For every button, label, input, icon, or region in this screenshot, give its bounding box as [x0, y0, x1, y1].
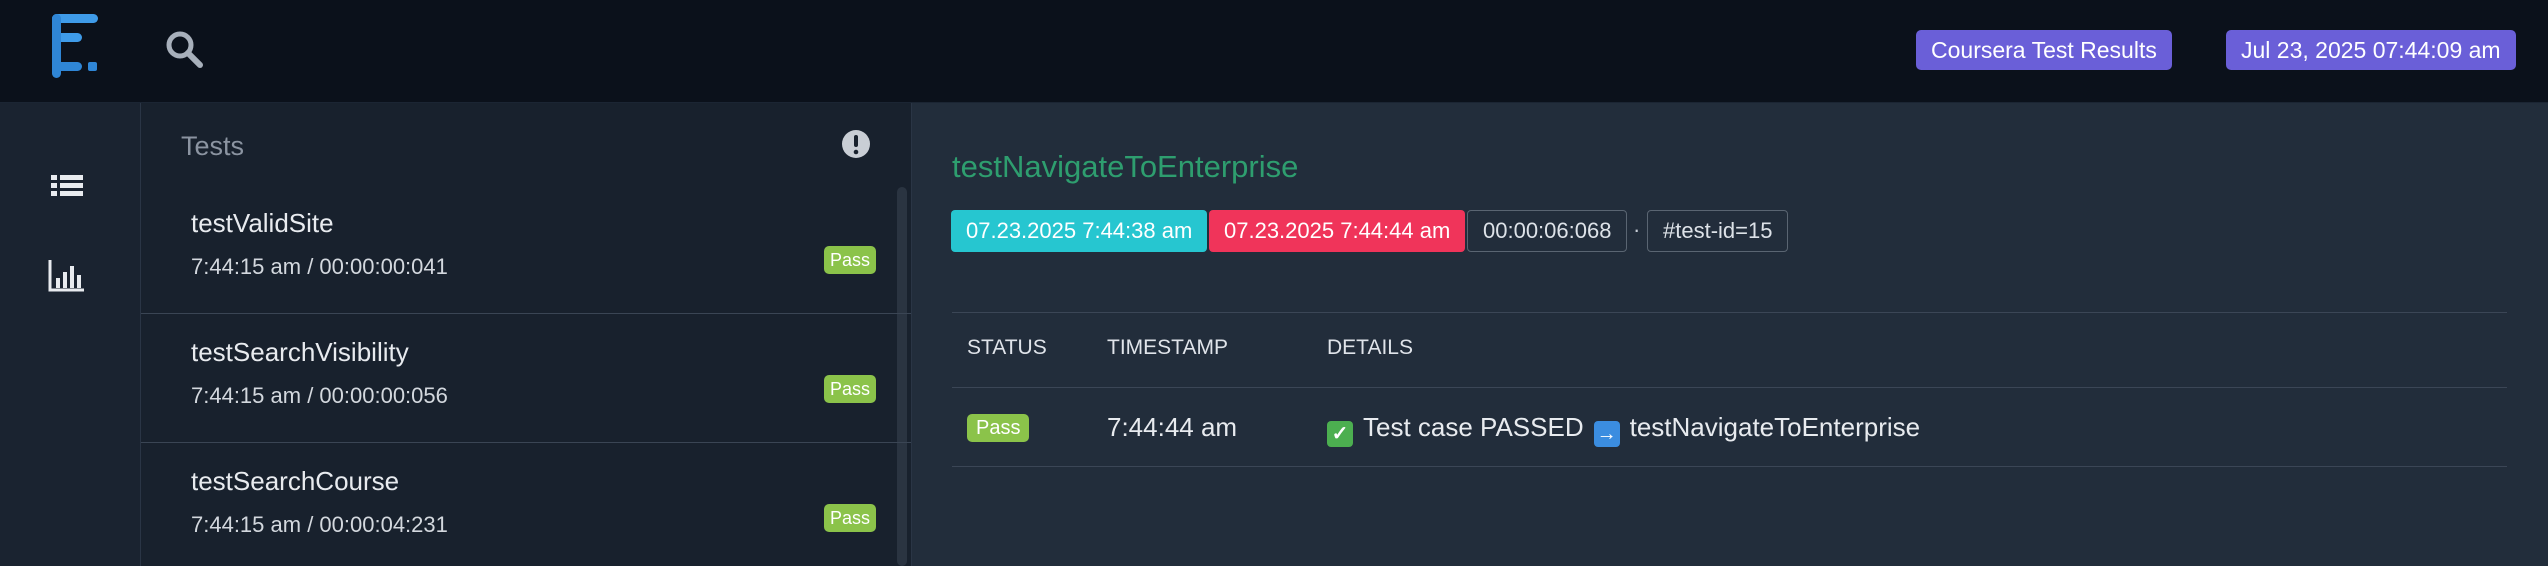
end-time-badge: 07.23.2025 7:44:44 am	[1209, 210, 1466, 252]
detail-text: Test case PASSED	[1363, 412, 1584, 442]
status-badge: Pass	[967, 414, 1030, 442]
arrow-right-icon: →	[1593, 421, 1620, 447]
sidebar-nav	[0, 103, 141, 566]
logo-icon[interactable]	[50, 14, 102, 78]
test-list-item[interactable]: testSearchCourse 7:44:15 am / 00:00:04:2…	[141, 443, 911, 566]
status-badge: Pass	[824, 504, 877, 532]
list-icon[interactable]	[47, 169, 87, 205]
test-name: testSearchCourse	[191, 466, 400, 496]
detail-test-name: testNavigateToEnterprise	[1629, 412, 1921, 442]
row-timestamp: 7:44:44 am	[1107, 412, 1238, 442]
duration-badge: 00:00:06:068	[1467, 210, 1628, 252]
report-date-badge: Jul 23, 2025 07:44:09 am	[2226, 30, 2516, 70]
bar-chart-icon[interactable]	[47, 258, 87, 294]
column-header-status: STATUS	[967, 336, 1047, 359]
row-details: ✓ Test case PASSED → testNavigateToEnterpri…	[1327, 412, 1920, 447]
test-detail-title: testNavigateToEnterprise	[952, 149, 1299, 184]
tests-panel: Tests testValidSite 7:44:15 am / 00:00:0…	[141, 103, 912, 566]
top-bar: Coursera Test Results Jul 23, 2025 07:44…	[0, 0, 2548, 103]
tests-panel-title: Tests	[181, 131, 245, 161]
search-icon[interactable]	[163, 28, 205, 70]
test-list-item[interactable]: testValidSite 7:44:15 am / 00:00:00:041 …	[141, 185, 911, 314]
test-name: testSearchVisibility	[191, 337, 409, 367]
project-badge: Coursera Test Results	[1916, 30, 2172, 70]
check-mark-icon: ✓	[1327, 421, 1353, 447]
start-time-badge: 07.23.2025 7:44:38 am	[951, 210, 1208, 252]
test-time: 7:44:15 am / 00:00:04:231	[191, 512, 448, 537]
exclamation-circle-icon[interactable]	[841, 129, 871, 159]
test-detail-panel: testNavigateToEnterprise 07.23.2025 7:44…	[912, 103, 2548, 566]
test-id-badge: #test-id=15	[1647, 210, 1789, 252]
test-list-item[interactable]: testSearchVisibility 7:44:15 am / 00:00:…	[141, 314, 911, 443]
test-time: 7:44:15 am / 00:00:00:041	[191, 254, 448, 279]
test-name: testValidSite	[191, 208, 334, 238]
status-badge: Pass	[824, 375, 877, 403]
log-table: STATUS TIMESTAMP DETAILS Pass 7:44:44 am…	[952, 312, 2507, 467]
test-time: 7:44:15 am / 00:00:00:056	[191, 383, 448, 408]
column-header-timestamp: TIMESTAMP	[1107, 336, 1228, 359]
column-header-details: DETAILS	[1327, 336, 1413, 359]
separator: ·	[1633, 217, 1641, 242]
status-badge: Pass	[824, 246, 877, 274]
table-row: Pass 7:44:44 am ✓ Test case PASSED → testNa…	[952, 387, 2507, 467]
